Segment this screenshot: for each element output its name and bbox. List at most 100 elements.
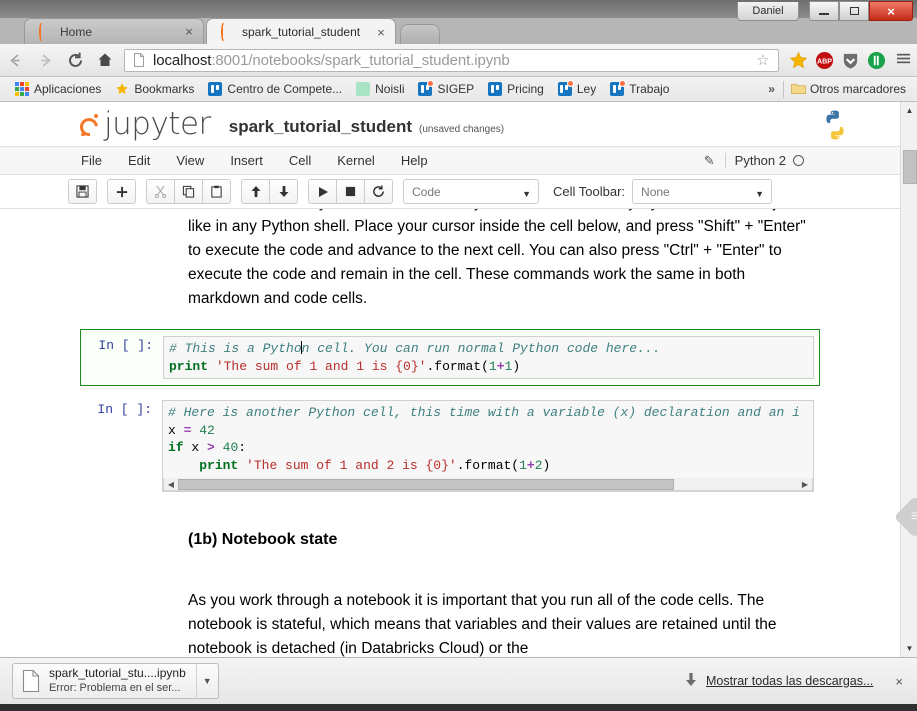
menu-cell[interactable]: Cell bbox=[276, 147, 324, 175]
tab-strip: Home × spark_tutorial_student × bbox=[0, 16, 917, 45]
markdown-cell-intro[interactable]: a markdown cell. Python code cells allow… bbox=[188, 209, 808, 311]
code-cell-2[interactable]: In [ ]: # Here is another Python cell, t… bbox=[80, 393, 820, 499]
bookmark-manager-star-icon[interactable] bbox=[785, 44, 811, 77]
taskbar-strip bbox=[0, 704, 917, 711]
download-item[interactable]: spark_tutorial_stu....ipynb Error: Probl… bbox=[12, 663, 219, 699]
page-vertical-scrollbar[interactable]: ▲ ≡ ▼ bbox=[893, 102, 917, 657]
run-cell-button[interactable] bbox=[308, 179, 337, 204]
jupyter-logo[interactable]: jupyter bbox=[76, 108, 211, 140]
jupyter-toolbar: Code ▼ Cell Toolbar: None ▼ bbox=[0, 175, 900, 209]
bookmark-star-icon[interactable]: ☆ bbox=[752, 51, 774, 69]
trello-icon bbox=[418, 80, 435, 96]
show-all-downloads-link[interactable]: Mostrar todas las descargas... bbox=[706, 674, 873, 688]
stop-square-icon bbox=[345, 186, 356, 197]
menu-file[interactable]: File bbox=[68, 147, 115, 175]
restart-kernel-button[interactable] bbox=[364, 179, 393, 204]
bookmark-bookmarks[interactable]: Bookmarks bbox=[108, 77, 201, 102]
section-heading-1b[interactable]: (1b) Notebook state bbox=[188, 531, 884, 549]
maximize-icon bbox=[849, 7, 859, 15]
adblock-plus-icon[interactable]: ABP bbox=[811, 44, 837, 77]
scrollbar-track[interactable] bbox=[178, 478, 798, 490]
bookmarks-bar: Aplicaciones Bookmarks Centro de Compete… bbox=[0, 77, 917, 102]
browser-tab-home[interactable]: Home × bbox=[24, 18, 204, 44]
cell-toolbar-label: Cell Toolbar: bbox=[553, 184, 626, 199]
shield-extension-icon[interactable] bbox=[837, 44, 863, 77]
code-horizontal-scrollbar[interactable]: ◀ ▶ bbox=[163, 478, 813, 491]
copy-cell-button[interactable] bbox=[174, 179, 203, 204]
reload-button[interactable] bbox=[60, 44, 90, 77]
url-host: localhost bbox=[153, 51, 212, 69]
bookmark-label: Centro de Compete... bbox=[227, 82, 343, 96]
cell-type-value: Code bbox=[412, 184, 441, 199]
insert-cell-below-button[interactable] bbox=[107, 179, 136, 204]
pocket-extension-icon[interactable] bbox=[863, 44, 889, 77]
close-downloads-bar-icon[interactable]: × bbox=[895, 674, 903, 689]
notebook-scroll-area[interactable]: a markdown cell. Python code cells allow… bbox=[0, 209, 884, 657]
scroll-up-arrow-icon[interactable]: ▲ bbox=[901, 102, 917, 119]
forward-arrow-icon bbox=[41, 53, 51, 67]
menu-help[interactable]: Help bbox=[388, 147, 441, 175]
kernel-status-icon bbox=[793, 155, 804, 166]
menu-kernel[interactable]: Kernel bbox=[324, 147, 388, 175]
address-bar[interactable]: localhost:8001/notebooks/spark_tutorial_… bbox=[124, 48, 779, 72]
home-button[interactable] bbox=[90, 44, 120, 77]
scroll-left-arrow-icon[interactable]: ◀ bbox=[164, 480, 178, 489]
new-tab-button[interactable] bbox=[400, 24, 440, 44]
scrollbar-thumb[interactable] bbox=[903, 150, 917, 184]
tab-title: Home bbox=[60, 24, 93, 39]
menu-edit[interactable]: Edit bbox=[115, 147, 163, 175]
jupyter-menubar: File Edit View Insert Cell Kernel Help ✎… bbox=[0, 147, 900, 175]
close-icon[interactable]: × bbox=[181, 25, 197, 38]
markdown-cell-notebook-state[interactable]: As you work through a notebook it is imp… bbox=[188, 589, 808, 657]
code-line: print 'The sum of 1 and 1 is {0}'.format… bbox=[169, 358, 521, 374]
move-cell-down-button[interactable] bbox=[269, 179, 298, 204]
python-logo-icon bbox=[818, 108, 852, 142]
chrome-menu-button[interactable] bbox=[889, 51, 917, 70]
edit-mode-pencil-icon: ✎ bbox=[703, 152, 715, 168]
bookmark-label: Noisli bbox=[375, 82, 405, 96]
bookmark-label: SIGEP bbox=[437, 82, 475, 96]
menu-insert[interactable]: Insert bbox=[217, 147, 276, 175]
scroll-right-arrow-icon[interactable]: ▶ bbox=[798, 480, 812, 489]
bookmark-sigep[interactable]: SIGEP bbox=[411, 77, 481, 102]
interrupt-kernel-button[interactable] bbox=[336, 179, 365, 204]
cut-cell-button[interactable] bbox=[146, 179, 175, 204]
bookmark-aplicaciones[interactable]: Aplicaciones bbox=[8, 77, 108, 102]
cell-type-select[interactable]: Code ▼ bbox=[403, 179, 539, 204]
reload-icon bbox=[68, 52, 82, 67]
hamburger-icon bbox=[896, 53, 910, 63]
scrollbar-thumb[interactable] bbox=[178, 478, 674, 490]
plus-icon bbox=[116, 186, 127, 197]
tab-title: spark_tutorial_student bbox=[242, 25, 361, 39]
paste-cell-button[interactable] bbox=[202, 179, 231, 204]
move-cell-up-button[interactable] bbox=[241, 179, 270, 204]
bookmark-label: Pricing bbox=[507, 82, 544, 96]
browser-tab-spark-tutorial-student[interactable]: spark_tutorial_student × bbox=[206, 18, 396, 45]
restart-circular-arrow-icon bbox=[373, 185, 384, 197]
code-cell-1[interactable]: In [ ]: # This is a Python cell. You can… bbox=[80, 329, 820, 386]
scroll-down-arrow-icon[interactable]: ▼ bbox=[901, 640, 917, 657]
bookmark-centro-de-competencia[interactable]: Centro de Compete... bbox=[201, 77, 349, 102]
menu-view[interactable]: View bbox=[163, 147, 217, 175]
download-menu-caret-icon[interactable]: ▼ bbox=[195, 663, 218, 699]
back-arrow-icon bbox=[9, 53, 19, 67]
close-icon[interactable]: × bbox=[373, 26, 389, 39]
noisli-icon bbox=[356, 82, 371, 96]
bookmark-label: Aplicaciones bbox=[34, 82, 102, 96]
save-status: (unsaved changes) bbox=[419, 123, 505, 135]
bookmark-label: Trabajo bbox=[629, 82, 670, 96]
notebook-name[interactable]: spark_tutorial_student bbox=[229, 111, 412, 137]
bookmarks-overflow-button[interactable]: » bbox=[760, 82, 783, 96]
bookmark-ley[interactable]: Ley bbox=[551, 77, 603, 102]
save-button[interactable] bbox=[68, 179, 97, 204]
bookmark-pricing[interactable]: Pricing bbox=[481, 77, 551, 102]
bookmark-trabajo[interactable]: Trabajo bbox=[603, 77, 676, 102]
back-button[interactable] bbox=[0, 44, 30, 77]
apps-grid-icon bbox=[15, 82, 29, 96]
code-editor[interactable]: # Here is another Python cell, this time… bbox=[162, 400, 814, 492]
cell-toolbar-select[interactable]: None ▼ bbox=[632, 179, 773, 204]
forward-button[interactable] bbox=[30, 44, 60, 77]
code-editor[interactable]: # This is a Python cell. You can run nor… bbox=[163, 336, 814, 379]
bookmark-noisli[interactable]: Noisli bbox=[349, 77, 411, 102]
other-bookmarks-folder[interactable]: Otros marcadores bbox=[784, 77, 913, 102]
